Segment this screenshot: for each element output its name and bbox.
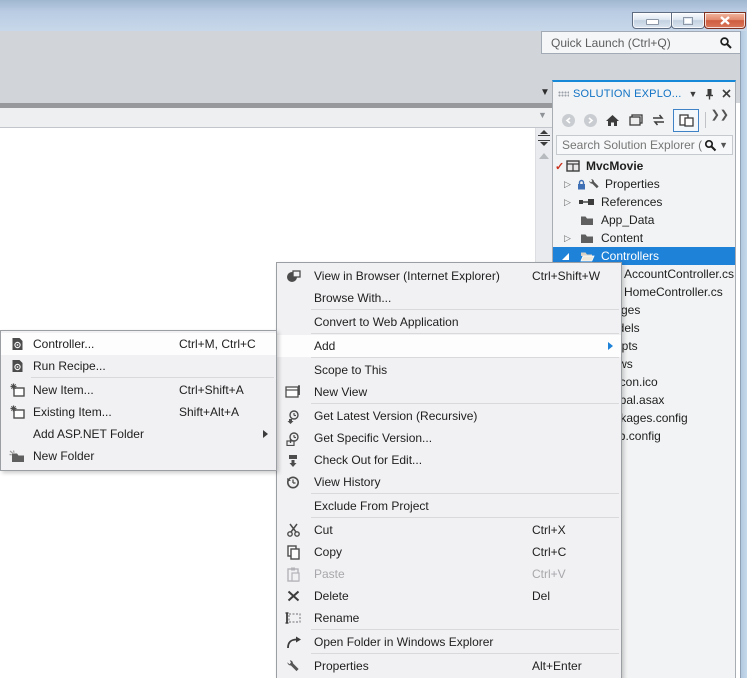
menu-item-browse-with[interactable]: Browse With... [277,287,621,309]
menu-item-scope-to-this[interactable]: Scope to This [277,359,621,381]
drag-grip-icon [558,90,569,97]
sync-with-active-document-button[interactable] [673,108,699,132]
submenu-item-new-folder[interactable]: New Folder [1,445,276,467]
menu-item-view-history[interactable]: View History [277,471,621,493]
get-latest-icon [284,408,302,424]
lock-icon [577,179,586,190]
add-submenu: Controller... Ctrl+M, Ctrl+C Run Recipe.… [0,330,277,471]
window-right-border [740,31,747,678]
splitter-handle-icon[interactable] [538,130,550,146]
restore-button[interactable] [671,12,705,29]
close-icon [720,16,730,25]
history-icon [284,474,302,490]
tab-list-chevron-icon[interactable]: ▼ [538,111,547,120]
get-specific-icon [284,430,302,446]
context-menu: View in Browser (Internet Explorer) Ctrl… [276,262,622,678]
open-in-explorer-icon [284,634,302,650]
restore-icon [683,16,693,25]
menu-item-get-specific-version[interactable]: Get Specific Version... [277,427,621,449]
new-item-icon [8,382,26,398]
panel-close-icon[interactable] [722,89,732,98]
wrench-icon [284,658,302,674]
references-icon [579,198,594,206]
expander-collapsed-icon[interactable]: ▷ [564,233,571,243]
browser-icon [284,268,302,284]
submenu-item-new-item[interactable]: New Item... Ctrl+Shift+A [1,379,276,401]
menu-item-new-view[interactable]: New View [277,381,621,403]
check-out-icon [284,452,302,468]
document-tab-well [0,108,553,128]
new-folder-icon [8,448,26,464]
solution-search-placeholder: Search Solution Explorer ( [562,138,703,152]
submenu-item-run-recipe[interactable]: Run Recipe... [1,355,276,377]
controller-scaffold-icon [8,336,26,352]
submenu-arrow-icon [263,430,268,438]
tree-item-mvcmovie[interactable]: ✓ MvcMovie [553,157,735,175]
cut-icon [284,522,302,538]
submenu-item-existing-item[interactable]: Existing Item... Shift+Alt+A [1,401,276,423]
toolbar-overflow-icon[interactable]: ▼ [540,88,550,98]
submenu-arrow-icon [608,342,613,350]
sync-icon [678,113,694,127]
menu-item-get-latest-version[interactable]: Get Latest Version (Recursive) [277,405,621,427]
menu-item-cut[interactable]: Cut Ctrl+X [277,519,621,541]
existing-item-icon [8,404,26,420]
toolbar-divider [705,112,706,128]
menu-item-view-in-browser[interactable]: View in Browser (Internet Explorer) Ctrl… [277,265,621,287]
menu-item-properties[interactable]: Properties Alt+Enter [277,655,621,677]
quick-launch-input[interactable]: Quick Launch (Ctrl+Q) [541,31,740,54]
scroll-up-arrow-icon[interactable] [539,153,549,159]
home-icon[interactable] [605,114,620,127]
menu-item-rename[interactable]: Rename [277,607,621,629]
panel-toolbar-overflow-icon[interactable]: ❯❯ [711,108,729,121]
expander-collapsed-icon[interactable]: ▷ [564,179,571,189]
submenu-item-controller[interactable]: Controller... Ctrl+M, Ctrl+C [1,333,276,355]
tree-item-content[interactable]: ▷ Content [553,229,735,247]
menu-item-exclude-from-project[interactable]: Exclude From Project [277,495,621,517]
copy-icon [284,544,302,560]
source-control-check-icon: ✓ [555,160,565,173]
minimize-icon [645,19,659,25]
window-position-chevron-icon[interactable]: ▼ [689,89,698,99]
open-folder-icon [580,251,595,262]
visual-studio-window: Quick Launch (Ctrl+Q) ▼ ▼ SOLUTION EXPLO… [0,0,747,678]
new-view-icon [284,384,302,400]
run-recipe-icon [8,358,26,374]
delete-icon [284,588,302,604]
folder-icon [580,215,594,226]
menu-item-delete[interactable]: Delete Del [277,585,621,607]
paste-icon [284,566,302,582]
folder-icon [580,233,594,244]
menu-item-open-folder-in-windows-explorer[interactable]: Open Folder in Windows Explorer [277,631,621,653]
project-icon [566,160,580,172]
tree-item-references[interactable]: ▷ References [553,193,735,211]
solution-explorer-toolbar: ❯❯ [553,106,735,134]
quick-launch-placeholder: Quick Launch (Ctrl+Q) [551,35,671,50]
expander-expanded-icon[interactable] [562,253,569,260]
menu-item-copy[interactable]: Copy Ctrl+C [277,541,621,563]
menu-item-add[interactable]: Add [277,335,621,357]
panel-title: SOLUTION EXPLO... [573,87,682,100]
tree-item-app-data[interactable]: App_Data [553,211,735,229]
expander-collapsed-icon[interactable]: ▷ [564,197,571,207]
pin-icon[interactable] [704,88,715,100]
solution-explorer-header[interactable]: SOLUTION EXPLO... ▼ [553,82,735,105]
back-button[interactable] [562,113,575,127]
solution-search-input[interactable]: Search Solution Explorer ( ▼ [556,135,733,155]
refresh-icon[interactable] [651,114,666,126]
rename-icon [284,610,302,626]
minimize-button[interactable] [632,12,672,29]
menu-item-convert-to-web-application[interactable]: Convert to Web Application [277,311,621,333]
submenu-item-add-aspnet-folder[interactable]: Add ASP.NET Folder [1,423,276,445]
tree-item-properties[interactable]: ▷ Properties [553,175,735,193]
close-button[interactable] [704,12,746,29]
menu-item-check-out-for-edit[interactable]: Check Out for Edit... [277,449,621,471]
wrench-icon [588,178,600,190]
collapse-all-icon[interactable] [628,113,643,127]
forward-button[interactable] [584,113,597,127]
search-icon [720,36,732,49]
search-icon [705,139,717,151]
search-options-chevron-icon[interactable]: ▼ [719,140,728,150]
menu-item-paste: Paste Ctrl+V [277,563,621,585]
